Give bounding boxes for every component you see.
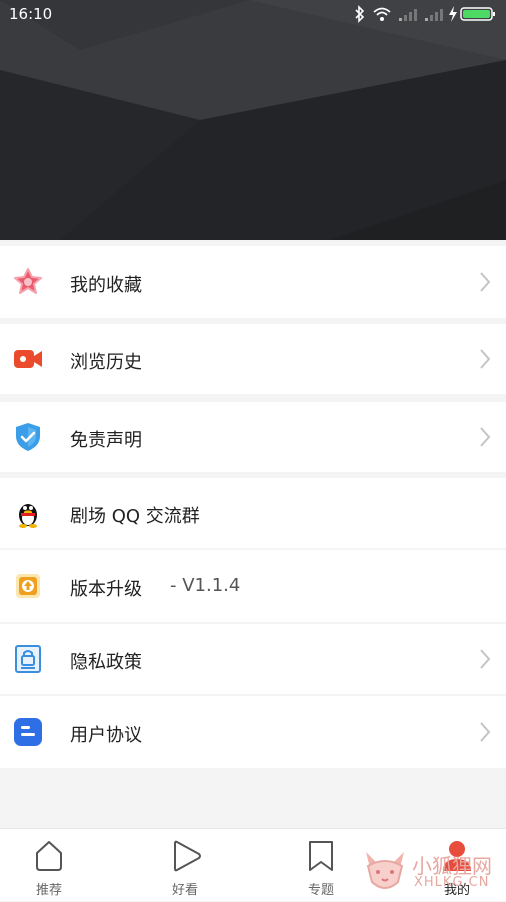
menu-item-label: 隐私政策 <box>70 652 142 673</box>
chevron-right-icon <box>480 349 491 369</box>
status-bar: 16:10 <box>0 0 506 30</box>
qq-penguin-icon <box>19 504 37 528</box>
signal-icon <box>425 9 443 21</box>
menu-item-label: 剧场 QQ 交流群 <box>70 506 200 527</box>
shield-check-icon <box>16 423 40 451</box>
status-icons <box>348 5 498 25</box>
nav-tab-topics[interactable]: 专题 <box>281 829 361 901</box>
bluetooth-icon <box>355 5 365 23</box>
play-icon <box>174 840 201 872</box>
menu-item-qq-group[interactable]: 剧场 QQ 交流群 <box>0 478 506 548</box>
chevron-right-icon <box>480 722 491 742</box>
menu-item-label: 版本升级 <box>70 579 142 600</box>
home-icon <box>36 841 62 871</box>
version-number: - V1.1.4 <box>170 575 241 596</box>
menu-item-user-agreement[interactable]: 用户协议 <box>0 696 506 768</box>
nav-label: 专题 <box>307 883 334 898</box>
fox-logo-icon <box>366 852 404 889</box>
menu-item-version-upgrade[interactable]: 版本升级 - V1.1.4 <box>0 550 506 622</box>
battery-icon <box>460 7 495 21</box>
nav-tab-good-watch[interactable]: 好看 <box>145 829 225 901</box>
profile-header: 16:10 <box>0 0 506 240</box>
upgrade-icon <box>16 574 40 598</box>
bookmark-icon <box>309 841 333 871</box>
menu-item-favorites[interactable]: 我的收藏 <box>0 246 506 318</box>
nav-label: 推荐 <box>35 883 62 898</box>
video-camera-icon <box>14 350 42 368</box>
menu-item-disclaimer[interactable]: 免责声明 <box>0 402 506 472</box>
chevron-right-icon <box>480 427 491 447</box>
nav-label: 好看 <box>171 883 198 898</box>
lock-document-icon <box>15 645 41 673</box>
status-time: 16:10 <box>9 5 53 23</box>
menu-item-privacy-policy[interactable]: 隐私政策 <box>0 624 506 694</box>
menu-item-label: 免责声明 <box>70 430 142 451</box>
menu-item-label: 我的收藏 <box>70 275 142 296</box>
chevron-right-icon <box>480 272 491 292</box>
watermark-domain: XHLKG.CN <box>414 875 490 890</box>
watermark: 小狐狸网 XHLKG.CN <box>360 848 506 898</box>
chevron-right-icon <box>480 649 491 669</box>
agreement-icon <box>14 718 42 746</box>
menu-item-label: 用户协议 <box>70 725 142 746</box>
menu-item-history[interactable]: 浏览历史 <box>0 324 506 394</box>
charging-icon <box>449 6 457 22</box>
header-background <box>0 0 506 240</box>
star-icon <box>14 268 42 294</box>
nav-tab-recommend[interactable]: 推荐 <box>9 829 89 901</box>
signal-icon <box>399 9 417 21</box>
wifi-icon <box>373 7 391 21</box>
menu-item-label: 浏览历史 <box>70 352 142 373</box>
